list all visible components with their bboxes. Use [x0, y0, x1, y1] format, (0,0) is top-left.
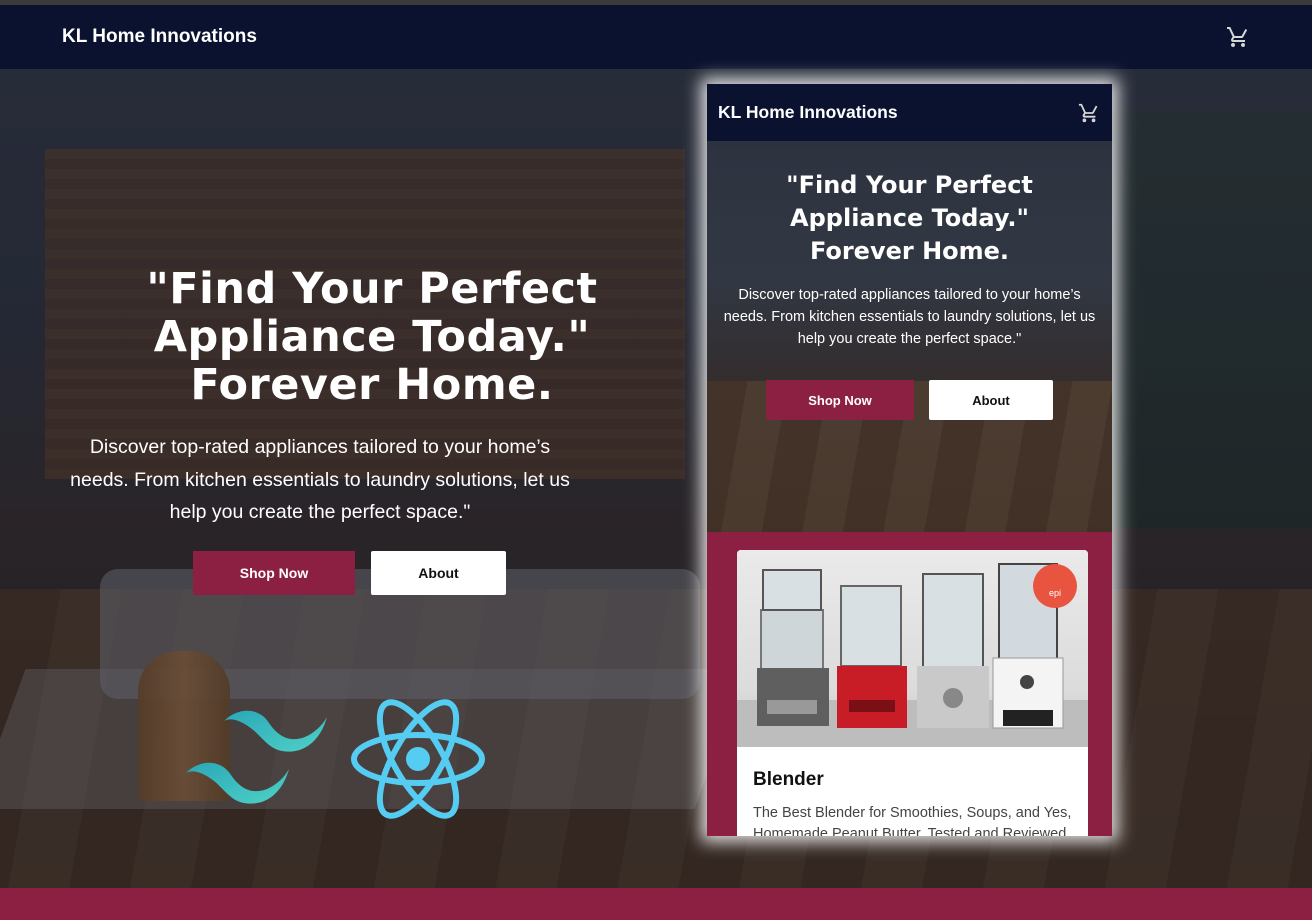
brand-logo[interactable]: KL Home Innovations — [62, 26, 257, 48]
navbar: KL Home Innovations — [0, 5, 1312, 69]
mobile-hero-description: Discover top-rated appliances tailored t… — [723, 287, 1096, 347]
tailwind-logo — [186, 710, 327, 804]
mobile-hero-headline: "Find Your Perfect Appliance Today." For… — [786, 171, 1033, 265]
hero-content: "Find Your Perfect Appliance Today." For… — [50, 265, 650, 529]
mobile-hero-content: "Find Your Perfect Appliance Today." For… — [707, 141, 1112, 420]
shop-now-button[interactable]: Shop Now — [193, 551, 355, 595]
mobile-brand-logo[interactable]: KL Home Innovations — [718, 102, 898, 123]
mobile-shop-now-button[interactable]: Shop Now — [766, 380, 914, 420]
product-image: epi — [737, 550, 1088, 747]
mobile-hero-buttons: Shop Now About — [707, 380, 1112, 420]
product-card[interactable]: epi Blender The Best Blender for Smoothi… — [737, 550, 1088, 836]
cart-icon[interactable] — [1226, 25, 1250, 49]
mobile-preview: KL Home Innovations "Find Your Perfect A… — [707, 84, 1112, 836]
about-button[interactable]: About — [371, 551, 506, 595]
mobile-cart-icon[interactable] — [1078, 102, 1100, 124]
footer-bar — [0, 888, 1312, 920]
hero-headline: "Find Your Perfect Appliance Today." For… — [146, 264, 598, 410]
product-title[interactable]: Blender — [753, 769, 1072, 791]
hero-section: "Find Your Perfect Appliance Today." For… — [0, 69, 1312, 888]
hero-buttons: Shop Now About — [193, 551, 506, 595]
react-logo — [351, 699, 485, 819]
product-card-body: Blender The Best Blender for Smoothies, … — [737, 747, 1088, 836]
mobile-navbar: KL Home Innovations — [707, 84, 1112, 141]
mobile-about-button[interactable]: About — [929, 380, 1053, 420]
mobile-hero: "Find Your Perfect Appliance Today." For… — [707, 141, 1112, 532]
product-description: The Best Blender for Smoothies, Soups, a… — [753, 805, 1072, 836]
hero-description: Discover top-rated appliances tailored t… — [70, 436, 570, 523]
svg-text:epi: epi — [1049, 588, 1061, 598]
blenders-illustration: epi — [737, 563, 1088, 747]
